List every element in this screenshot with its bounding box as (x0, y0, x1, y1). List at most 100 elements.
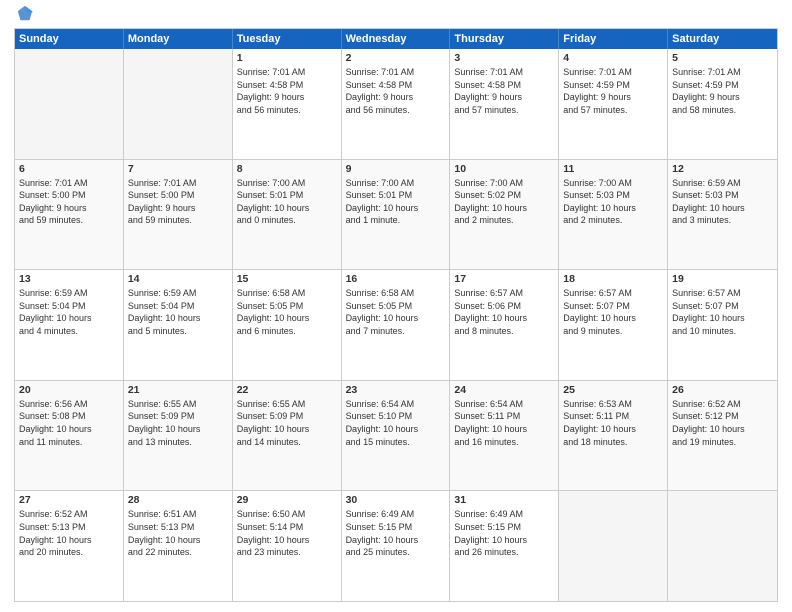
calendar-cell: 1Sunrise: 7:01 AM Sunset: 4:58 PM Daylig… (233, 49, 342, 159)
calendar-cell: 5Sunrise: 7:01 AM Sunset: 4:59 PM Daylig… (668, 49, 777, 159)
header-day-friday: Friday (559, 29, 668, 49)
day-info: Sunrise: 6:55 AM Sunset: 5:09 PM Dayligh… (237, 398, 337, 448)
calendar-cell: 11 Sunrise: 7:00 AM Sunset: 5:03 PM Dayli… (559, 160, 668, 270)
day-number: 30 (346, 494, 446, 506)
header-day-thursday: Thursday (450, 29, 559, 49)
day-info: Sunrise: 6:56 AM Sunset: 5:08 PM Dayligh… (19, 398, 119, 448)
calendar-row-4: 20 Sunrise: 6:56 AM Sunset: 5:08 PM Dayli… (15, 380, 777, 491)
day-number: 3 (454, 52, 554, 64)
day-info: Sunrise: 7:01 AM Sunset: 5:00 PM Dayligh… (19, 177, 119, 227)
day-number: 15 (237, 273, 337, 285)
day-info: Sunrise: 6:51 AM Sunset: 5:13 PM Dayligh… (128, 508, 228, 558)
calendar-cell (559, 491, 668, 601)
calendar-cell: 31 Sunrise: 6:49 AM Sunset: 5:15 PM Dayli… (450, 491, 559, 601)
day-info: Sunrise: 6:49 AM Sunset: 5:15 PM Dayligh… (454, 508, 554, 558)
calendar-row-2: 6 Sunrise: 7:01 AM Sunset: 5:00 PM Daylig… (15, 159, 777, 270)
day-info: Sunrise: 6:53 AM Sunset: 5:11 PM Dayligh… (563, 398, 663, 448)
day-info: Sunrise: 6:58 AM Sunset: 5:05 PM Dayligh… (346, 287, 446, 337)
calendar-cell: 2Sunrise: 7:01 AM Sunset: 4:58 PM Daylig… (342, 49, 451, 159)
calendar-cell: 12 Sunrise: 6:59 AM Sunset: 5:03 PM Dayli… (668, 160, 777, 270)
day-info: Sunrise: 6:52 AM Sunset: 5:12 PM Dayligh… (672, 398, 773, 448)
calendar-cell (15, 49, 124, 159)
day-number: 18 (563, 273, 663, 285)
day-info: Sunrise: 6:50 AM Sunset: 5:14 PM Dayligh… (237, 508, 337, 558)
calendar-cell: 7Sunrise: 7:01 AM Sunset: 5:00 PM Daylig… (124, 160, 233, 270)
day-info: Sunrise: 7:00 AM Sunset: 5:01 PM Dayligh… (346, 177, 446, 227)
day-number: 7 (128, 163, 228, 175)
day-number: 29 (237, 494, 337, 506)
day-number: 27 (19, 494, 119, 506)
day-info: Sunrise: 6:57 AM Sunset: 5:07 PM Dayligh… (563, 287, 663, 337)
day-number: 4 (563, 52, 663, 64)
day-number: 22 (237, 384, 337, 396)
day-info: Sunrise: 6:49 AM Sunset: 5:15 PM Dayligh… (346, 508, 446, 558)
day-info: Sunrise: 7:00 AM Sunset: 5:01 PM Dayligh… (237, 177, 337, 227)
header-day-sunday: Sunday (15, 29, 124, 49)
day-number: 16 (346, 273, 446, 285)
header-day-monday: Monday (124, 29, 233, 49)
calendar-cell: 26 Sunrise: 6:52 AM Sunset: 5:12 PM Dayli… (668, 381, 777, 491)
calendar-cell: 4 Sunrise: 7:01 AM Sunset: 4:59 PM Daylig… (559, 49, 668, 159)
day-number: 23 (346, 384, 446, 396)
logo-icon (16, 4, 34, 22)
calendar-row-1: 1Sunrise: 7:01 AM Sunset: 4:58 PM Daylig… (15, 49, 777, 159)
day-number: 14 (128, 273, 228, 285)
calendar-cell: 19 Sunrise: 6:57 AM Sunset: 5:07 PM Dayli… (668, 270, 777, 380)
calendar-cell: 28 Sunrise: 6:51 AM Sunset: 5:13 PM Dayli… (124, 491, 233, 601)
calendar-cell: 17Sunrise: 6:57 AM Sunset: 5:06 PM Dayli… (450, 270, 559, 380)
day-info: Sunrise: 7:01 AM Sunset: 4:59 PM Dayligh… (563, 66, 663, 116)
day-number: 6 (19, 163, 119, 175)
day-info: Sunrise: 6:58 AM Sunset: 5:05 PM Dayligh… (237, 287, 337, 337)
calendar-cell: 25 Sunrise: 6:53 AM Sunset: 5:11 PM Dayli… (559, 381, 668, 491)
logo (14, 10, 34, 22)
day-info: Sunrise: 7:01 AM Sunset: 4:58 PM Dayligh… (237, 66, 337, 116)
calendar-cell: 22 Sunrise: 6:55 AM Sunset: 5:09 PM Dayli… (233, 381, 342, 491)
day-number: 28 (128, 494, 228, 506)
calendar-cell: 3 Sunrise: 7:01 AM Sunset: 4:58 PM Daylig… (450, 49, 559, 159)
day-number: 11 (563, 163, 663, 175)
day-number: 21 (128, 384, 228, 396)
calendar-header: SundayMondayTuesdayWednesdayThursdayFrid… (15, 29, 777, 49)
day-number: 12 (672, 163, 773, 175)
day-info: Sunrise: 7:01 AM Sunset: 4:59 PM Dayligh… (672, 66, 773, 116)
day-number: 25 (563, 384, 663, 396)
day-number: 19 (672, 273, 773, 285)
day-info: Sunrise: 6:57 AM Sunset: 5:06 PM Dayligh… (454, 287, 554, 337)
header-day-tuesday: Tuesday (233, 29, 342, 49)
calendar-cell: 15 Sunrise: 6:58 AM Sunset: 5:05 PM Dayli… (233, 270, 342, 380)
calendar-cell: 27Sunrise: 6:52 AM Sunset: 5:13 PM Dayli… (15, 491, 124, 601)
calendar-cell: 9Sunrise: 7:00 AM Sunset: 5:01 PM Daylig… (342, 160, 451, 270)
calendar-cell (124, 49, 233, 159)
page: SundayMondayTuesdayWednesdayThursdayFrid… (0, 0, 792, 612)
calendar-cell: 6 Sunrise: 7:01 AM Sunset: 5:00 PM Daylig… (15, 160, 124, 270)
day-number: 26 (672, 384, 773, 396)
day-number: 2 (346, 52, 446, 64)
day-info: Sunrise: 6:59 AM Sunset: 5:03 PM Dayligh… (672, 177, 773, 227)
day-number: 31 (454, 494, 554, 506)
day-info: Sunrise: 7:01 AM Sunset: 4:58 PM Dayligh… (454, 66, 554, 116)
day-info: Sunrise: 7:00 AM Sunset: 5:03 PM Dayligh… (563, 177, 663, 227)
day-info: Sunrise: 6:55 AM Sunset: 5:09 PM Dayligh… (128, 398, 228, 448)
calendar-cell: 10 Sunrise: 7:00 AM Sunset: 5:02 PM Dayli… (450, 160, 559, 270)
day-number: 10 (454, 163, 554, 175)
calendar-cell: 16 Sunrise: 6:58 AM Sunset: 5:05 PM Dayli… (342, 270, 451, 380)
day-number: 8 (237, 163, 337, 175)
day-info: Sunrise: 6:54 AM Sunset: 5:11 PM Dayligh… (454, 398, 554, 448)
calendar-cell: 13Sunrise: 6:59 AM Sunset: 5:04 PM Dayli… (15, 270, 124, 380)
calendar-cell: 8 Sunrise: 7:00 AM Sunset: 5:01 PM Daylig… (233, 160, 342, 270)
day-number: 24 (454, 384, 554, 396)
calendar-cell: 18 Sunrise: 6:57 AM Sunset: 5:07 PM Dayli… (559, 270, 668, 380)
header-day-wednesday: Wednesday (342, 29, 451, 49)
day-info: Sunrise: 6:57 AM Sunset: 5:07 PM Dayligh… (672, 287, 773, 337)
calendar-body: 1Sunrise: 7:01 AM Sunset: 4:58 PM Daylig… (15, 49, 777, 601)
day-number: 20 (19, 384, 119, 396)
calendar-cell: 14Sunrise: 6:59 AM Sunset: 5:04 PM Dayli… (124, 270, 233, 380)
calendar-cell: 20 Sunrise: 6:56 AM Sunset: 5:08 PM Dayli… (15, 381, 124, 491)
calendar-cell: 29 Sunrise: 6:50 AM Sunset: 5:14 PM Dayli… (233, 491, 342, 601)
calendar-cell (668, 491, 777, 601)
calendar-cell: 21 Sunrise: 6:55 AM Sunset: 5:09 PM Dayli… (124, 381, 233, 491)
calendar-cell: 30 Sunrise: 6:49 AM Sunset: 5:15 PM Dayli… (342, 491, 451, 601)
day-info: Sunrise: 7:00 AM Sunset: 5:02 PM Dayligh… (454, 177, 554, 227)
calendar-row-5: 27Sunrise: 6:52 AM Sunset: 5:13 PM Dayli… (15, 490, 777, 601)
calendar-row-3: 13Sunrise: 6:59 AM Sunset: 5:04 PM Dayli… (15, 269, 777, 380)
